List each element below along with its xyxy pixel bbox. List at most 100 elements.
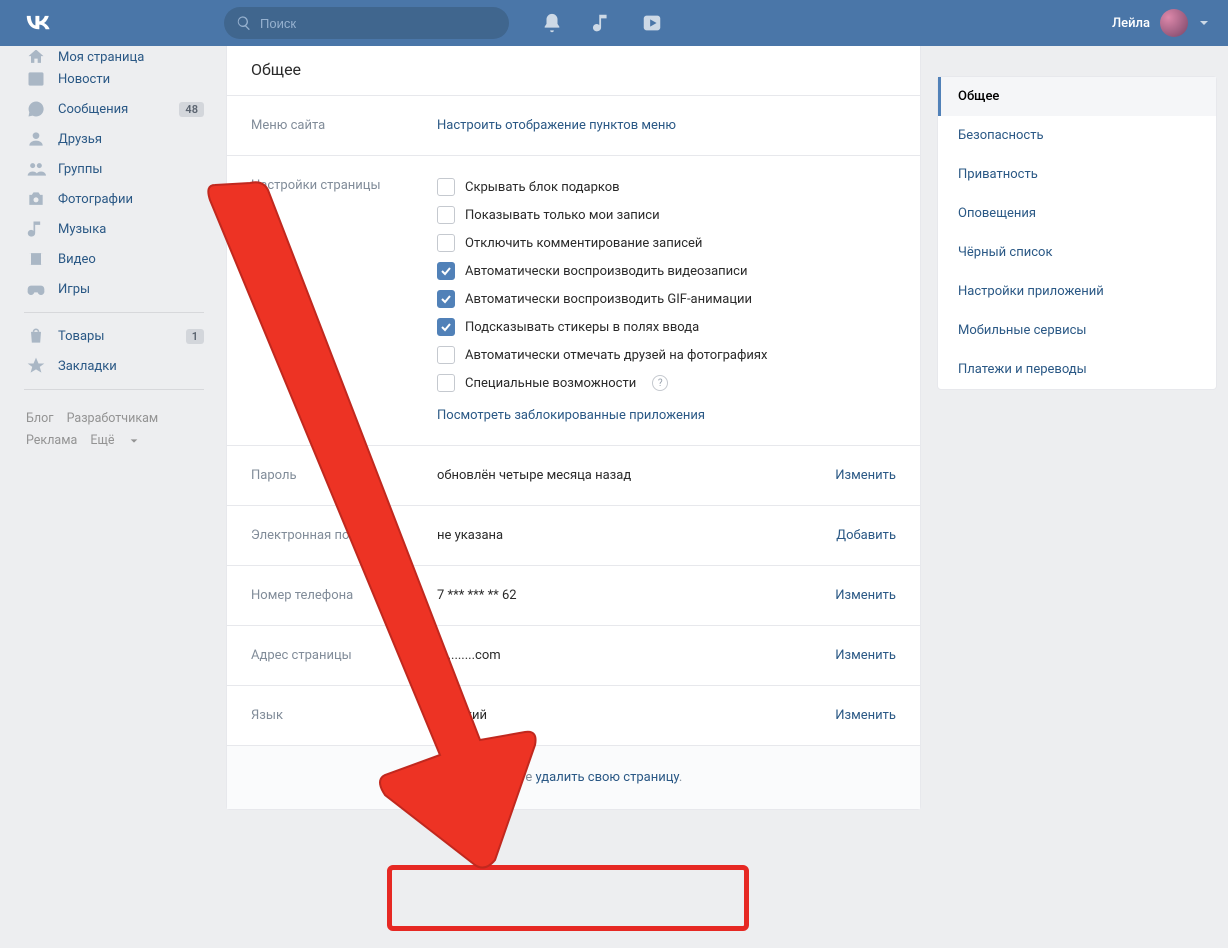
- nav-separator: [24, 312, 204, 313]
- search-wrap[interactable]: [224, 7, 509, 39]
- messages-badge: 48: [179, 102, 204, 117]
- settings-nav-item-3[interactable]: Оповещения: [938, 194, 1216, 233]
- row-site-menu: Меню сайта Настроить отображение пунктов…: [227, 96, 920, 155]
- checkbox-0[interactable]: Скрывать блок подарков: [437, 178, 896, 196]
- checkbox-label: Подсказывать стикеры в полях ввода: [465, 320, 699, 335]
- checkbox-6[interactable]: Автоматически отмечать друзей на фотогра…: [437, 346, 896, 364]
- nav-my-page[interactable]: Моя страница: [18, 50, 210, 64]
- chevron-down-icon: [129, 436, 139, 446]
- annotation-red-box: [387, 865, 749, 931]
- username: Лейла: [1112, 16, 1150, 31]
- settings-nav-item-7[interactable]: Платежи и переводы: [938, 350, 1216, 389]
- avatar: [1160, 9, 1188, 37]
- footer-devs[interactable]: Разработчикам: [67, 411, 159, 426]
- row-password: Пароль обновлён четыре месяца назад Изме…: [227, 446, 920, 505]
- site-menu-label: Меню сайта: [251, 118, 437, 133]
- nav-friends[interactable]: Друзья: [18, 124, 210, 154]
- market-badge: 1: [186, 329, 204, 344]
- settings-nav-item-1[interactable]: Безопасность: [938, 116, 1216, 155]
- header: Лейла: [0, 0, 1228, 46]
- checkbox-box[interactable]: [437, 290, 455, 308]
- row-phone: Номер телефона 7 *** *** ** 62 Изменить: [227, 566, 920, 625]
- settings-nav-item-4[interactable]: Чёрный список: [938, 233, 1216, 272]
- home-icon: [26, 50, 46, 64]
- checkbox-box[interactable]: [437, 234, 455, 252]
- checkbox-3[interactable]: Автоматически воспроизводить видеозаписи: [437, 262, 896, 280]
- nav-games[interactable]: Игры: [18, 274, 210, 304]
- checkbox-box[interactable]: [437, 318, 455, 336]
- checkbox-box[interactable]: [437, 262, 455, 280]
- row-language: Язык Русский Изменить: [227, 686, 920, 745]
- nav-music[interactable]: Музыка: [18, 214, 210, 244]
- phone-change[interactable]: Изменить: [835, 588, 896, 603]
- settings-panel: Общее Меню сайта Настроить отображение п…: [226, 46, 921, 810]
- site-menu-link[interactable]: Настроить отображение пунктов меню: [437, 118, 676, 133]
- help-icon[interactable]: ?: [652, 375, 668, 391]
- music-nav-icon: [26, 219, 46, 239]
- video-play-icon[interactable]: [641, 12, 663, 34]
- nav-messages[interactable]: Сообщения48: [18, 94, 210, 124]
- star-icon: [26, 356, 46, 376]
- page-title: Общее: [227, 46, 920, 95]
- checkbox-box[interactable]: [437, 374, 455, 392]
- url-label: Адрес страницы: [251, 648, 437, 663]
- settings-nav-item-2[interactable]: Приватность: [938, 155, 1216, 194]
- nav-bookmarks[interactable]: Закладки: [18, 351, 210, 381]
- market-icon: [26, 326, 46, 346]
- lang-change[interactable]: Изменить: [835, 708, 896, 723]
- checkbox-label: Отключить комментирование записей: [465, 236, 702, 251]
- search-icon: [236, 15, 252, 31]
- checkbox-7[interactable]: Специальные возможности?: [437, 374, 896, 392]
- music-icon[interactable]: [591, 12, 613, 34]
- nav-news[interactable]: Новости: [18, 64, 210, 94]
- nav-groups[interactable]: Группы: [18, 154, 210, 184]
- password-label: Пароль: [251, 468, 437, 483]
- delete-account-link[interactable]: удалить свою страницу: [536, 770, 679, 785]
- footer-links: Блог Разработчикам Реклама Ещё: [18, 398, 210, 462]
- bell-icon[interactable]: [541, 12, 563, 34]
- footer-ads[interactable]: Реклама: [26, 433, 77, 448]
- checkbox-label: Автоматически воспроизводить GIF-анимаци…: [465, 292, 752, 307]
- search-input[interactable]: [260, 16, 497, 31]
- settings-nav-item-0[interactable]: Общее: [938, 77, 1216, 116]
- checkbox-5[interactable]: Подсказывать стикеры в полях ввода: [437, 318, 896, 336]
- checkbox-label: Специальные возможности: [465, 376, 636, 391]
- delete-suffix: .: [679, 770, 682, 785]
- checkbox-box[interactable]: [437, 206, 455, 224]
- chevron-down-icon: [1198, 17, 1210, 29]
- settings-nav: ОбщееБезопасностьПриватностьОповещенияЧё…: [937, 76, 1217, 390]
- settings-nav-item-6[interactable]: Мобильные сервисы: [938, 311, 1216, 350]
- blocked-apps-link[interactable]: Посмотреть заблокированные приложения: [437, 408, 705, 423]
- camera-icon: [26, 189, 46, 209]
- checkbox-1[interactable]: Показывать только мои записи: [437, 206, 896, 224]
- checkbox-box[interactable]: [437, 346, 455, 364]
- checkbox-box[interactable]: [437, 178, 455, 196]
- checkbox-label: Автоматически отмечать друзей на фотогра…: [465, 348, 767, 363]
- password-change[interactable]: Изменить: [835, 468, 896, 483]
- nav-market[interactable]: Товары1: [18, 321, 210, 351]
- checkbox-4[interactable]: Автоматически воспроизводить GIF-анимаци…: [437, 290, 896, 308]
- lang-label: Язык: [251, 708, 437, 723]
- vk-logo-icon[interactable]: [18, 12, 56, 34]
- nav-photos[interactable]: Фотографии: [18, 184, 210, 214]
- checkbox-label: Скрывать блок подарков: [465, 180, 620, 195]
- checkbox-label: Автоматически воспроизводить видеозаписи: [465, 264, 747, 279]
- video-nav-icon: [26, 249, 46, 269]
- lang-value: Русский: [437, 708, 835, 723]
- checkbox-2[interactable]: Отключить комментирование записей: [437, 234, 896, 252]
- left-nav: Моя страница Новости Сообщения48 Друзья …: [0, 46, 210, 810]
- url-value: h.........com: [437, 648, 835, 663]
- settings-nav-item-5[interactable]: Настройки приложений: [938, 272, 1216, 311]
- page-settings-label: Настройки страницы: [251, 178, 437, 423]
- nav-video[interactable]: Видео: [18, 244, 210, 274]
- email-value: не указана: [437, 528, 836, 543]
- games-icon: [26, 279, 46, 299]
- user-menu[interactable]: Лейла: [1112, 9, 1210, 37]
- row-page-settings: Настройки страницы Скрывать блок подарко…: [227, 156, 920, 445]
- url-change[interactable]: Изменить: [835, 648, 896, 663]
- footer-blog[interactable]: Блог: [26, 411, 53, 426]
- footer-more[interactable]: Ещё: [90, 430, 150, 452]
- email-add[interactable]: Добавить: [836, 528, 896, 543]
- password-value: обновлён четыре месяца назад: [437, 468, 835, 483]
- friends-icon: [26, 129, 46, 149]
